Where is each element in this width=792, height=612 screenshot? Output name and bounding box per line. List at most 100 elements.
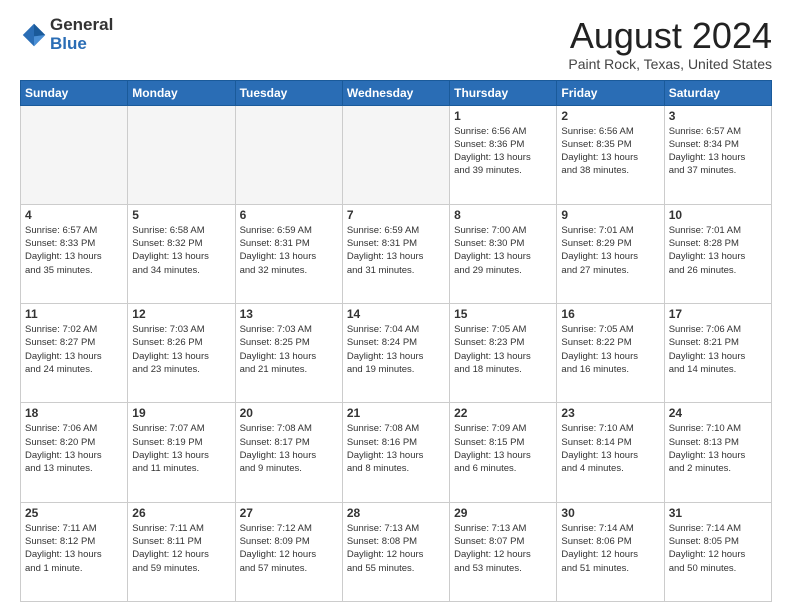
day-info: Sunrise: 7:11 AM Sunset: 8:11 PM Dayligh… [132,522,230,575]
weekday-sunday: Sunday [21,80,128,105]
calendar-cell [342,105,449,204]
day-info: Sunrise: 7:04 AM Sunset: 8:24 PM Dayligh… [347,323,445,376]
calendar-cell: 27 Sunrise: 7:12 AM Sunset: 8:09 PM Dayli… [235,502,342,601]
weekday-monday: Monday [128,80,235,105]
day-info: Sunrise: 7:01 AM Sunset: 8:28 PM Dayligh… [669,224,767,277]
calendar-cell: 5Sunrise: 6:58 AM Sunset: 8:32 PM Daylig… [128,204,235,303]
calendar-cell: 7Sunrise: 6:59 AM Sunset: 8:31 PM Daylig… [342,204,449,303]
day-number: 19 [132,406,230,420]
day-number: 3 [669,109,767,123]
day-number: 20 [240,406,338,420]
calendar-body: 1 Sunrise: 6:56 AM Sunset: 8:36 PM Daylig… [21,105,772,601]
calendar-cell: 15 Sunrise: 7:05 AM Sunset: 8:23 PM Dayli… [450,304,557,403]
day-number: 13 [240,307,338,321]
day-number: 9 [561,208,659,222]
day-number: 11 [25,307,123,321]
day-info: Sunrise: 6:56 AM Sunset: 8:35 PM Dayligh… [561,125,659,178]
day-info: Sunrise: 7:11 AM Sunset: 8:12 PM Dayligh… [25,522,123,575]
day-info: Sunrise: 6:59 AM Sunset: 8:31 PM Dayligh… [347,224,445,277]
calendar-cell: 18 Sunrise: 7:06 AM Sunset: 8:20 PM Dayli… [21,403,128,502]
calendar-cell: 3 Sunrise: 6:57 AM Sunset: 8:34 PM Daylig… [664,105,771,204]
calendar-cell [235,105,342,204]
day-info: Sunrise: 6:56 AM Sunset: 8:36 PM Dayligh… [454,125,552,178]
day-info: Sunrise: 7:08 AM Sunset: 8:16 PM Dayligh… [347,422,445,475]
day-number: 27 [240,506,338,520]
calendar-cell: 11 Sunrise: 7:02 AM Sunset: 8:27 PM Dayli… [21,304,128,403]
day-info: Sunrise: 7:06 AM Sunset: 8:20 PM Dayligh… [25,422,123,475]
day-number: 6 [240,208,338,222]
calendar-cell: 23 Sunrise: 7:10 AM Sunset: 8:14 PM Dayli… [557,403,664,502]
calendar-cell: 17 Sunrise: 7:06 AM Sunset: 8:21 PM Dayli… [664,304,771,403]
day-number: 31 [669,506,767,520]
day-number: 2 [561,109,659,123]
day-info: Sunrise: 7:00 AM Sunset: 8:30 PM Dayligh… [454,224,552,277]
weekday-wednesday: Wednesday [342,80,449,105]
day-info: Sunrise: 7:14 AM Sunset: 8:06 PM Dayligh… [561,522,659,575]
calendar-header: Sunday Monday Tuesday Wednesday Thursday… [21,80,772,105]
calendar-cell [21,105,128,204]
day-info: Sunrise: 7:05 AM Sunset: 8:22 PM Dayligh… [561,323,659,376]
calendar-week-3: 11 Sunrise: 7:02 AM Sunset: 8:27 PM Dayli… [21,304,772,403]
day-info: Sunrise: 7:14 AM Sunset: 8:05 PM Dayligh… [669,522,767,575]
header: General Blue August 2024 Paint Rock, Tex… [20,16,772,72]
day-number: 1 [454,109,552,123]
calendar-cell: 25 Sunrise: 7:11 AM Sunset: 8:12 PM Dayli… [21,502,128,601]
calendar-cell: 1 Sunrise: 6:56 AM Sunset: 8:36 PM Daylig… [450,105,557,204]
day-info: Sunrise: 7:10 AM Sunset: 8:14 PM Dayligh… [561,422,659,475]
weekday-saturday: Saturday [664,80,771,105]
day-number: 24 [669,406,767,420]
calendar-week-1: 1 Sunrise: 6:56 AM Sunset: 8:36 PM Daylig… [21,105,772,204]
day-info: Sunrise: 7:13 AM Sunset: 8:07 PM Dayligh… [454,522,552,575]
day-number: 17 [669,307,767,321]
logo-general-text: General [50,16,113,35]
calendar: Sunday Monday Tuesday Wednesday Thursday… [20,80,772,602]
day-info: Sunrise: 7:07 AM Sunset: 8:19 PM Dayligh… [132,422,230,475]
day-number: 28 [347,506,445,520]
calendar-cell: 14 Sunrise: 7:04 AM Sunset: 8:24 PM Dayli… [342,304,449,403]
day-number: 15 [454,307,552,321]
day-info: Sunrise: 6:57 AM Sunset: 8:34 PM Dayligh… [669,125,767,178]
day-number: 21 [347,406,445,420]
day-number: 30 [561,506,659,520]
page: General Blue August 2024 Paint Rock, Tex… [0,0,792,612]
day-info: Sunrise: 7:06 AM Sunset: 8:21 PM Dayligh… [669,323,767,376]
calendar-week-2: 4Sunrise: 6:57 AM Sunset: 8:33 PM Daylig… [21,204,772,303]
logo-icon [20,21,48,49]
day-number: 18 [25,406,123,420]
day-info: Sunrise: 7:03 AM Sunset: 8:26 PM Dayligh… [132,323,230,376]
day-number: 25 [25,506,123,520]
calendar-cell: 20 Sunrise: 7:08 AM Sunset: 8:17 PM Dayli… [235,403,342,502]
day-info: Sunrise: 7:13 AM Sunset: 8:08 PM Dayligh… [347,522,445,575]
calendar-cell: 4Sunrise: 6:57 AM Sunset: 8:33 PM Daylig… [21,204,128,303]
calendar-cell: 19 Sunrise: 7:07 AM Sunset: 8:19 PM Dayli… [128,403,235,502]
calendar-cell [128,105,235,204]
day-info: Sunrise: 7:03 AM Sunset: 8:25 PM Dayligh… [240,323,338,376]
logo: General Blue [20,16,113,53]
day-number: 23 [561,406,659,420]
calendar-cell: 10 Sunrise: 7:01 AM Sunset: 8:28 PM Dayli… [664,204,771,303]
day-number: 16 [561,307,659,321]
day-number: 10 [669,208,767,222]
logo-blue-text: Blue [50,35,113,54]
calendar-cell: 30 Sunrise: 7:14 AM Sunset: 8:06 PM Dayli… [557,502,664,601]
day-info: Sunrise: 7:09 AM Sunset: 8:15 PM Dayligh… [454,422,552,475]
day-info: Sunrise: 7:08 AM Sunset: 8:17 PM Dayligh… [240,422,338,475]
day-number: 26 [132,506,230,520]
calendar-cell: 12 Sunrise: 7:03 AM Sunset: 8:26 PM Dayli… [128,304,235,403]
weekday-friday: Friday [557,80,664,105]
calendar-cell: 9Sunrise: 7:01 AM Sunset: 8:29 PM Daylig… [557,204,664,303]
calendar-cell: 28 Sunrise: 7:13 AM Sunset: 8:08 PM Dayli… [342,502,449,601]
calendar-cell: 24 Sunrise: 7:10 AM Sunset: 8:13 PM Dayli… [664,403,771,502]
day-number: 12 [132,307,230,321]
day-number: 4 [25,208,123,222]
day-number: 22 [454,406,552,420]
day-info: Sunrise: 7:02 AM Sunset: 8:27 PM Dayligh… [25,323,123,376]
day-number: 14 [347,307,445,321]
calendar-cell: 8Sunrise: 7:00 AM Sunset: 8:30 PM Daylig… [450,204,557,303]
day-number: 29 [454,506,552,520]
day-info: Sunrise: 7:05 AM Sunset: 8:23 PM Dayligh… [454,323,552,376]
calendar-cell: 31 Sunrise: 7:14 AM Sunset: 8:05 PM Dayli… [664,502,771,601]
weekday-thursday: Thursday [450,80,557,105]
day-info: Sunrise: 7:12 AM Sunset: 8:09 PM Dayligh… [240,522,338,575]
day-info: Sunrise: 7:10 AM Sunset: 8:13 PM Dayligh… [669,422,767,475]
